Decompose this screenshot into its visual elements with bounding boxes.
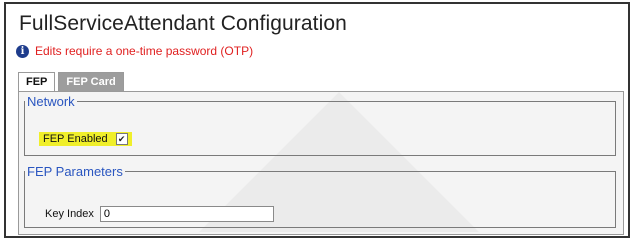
configuration-window: FullServiceAttendant Configuration i Edi… — [4, 2, 630, 238]
otp-notice-text: Edits require a one-time password (OTP) — [35, 44, 254, 58]
otp-notice: i Edits require a one-time password (OTP… — [16, 44, 253, 58]
page-title: FullServiceAttendant Configuration — [19, 12, 347, 35]
tab-fep[interactable]: FEP — [18, 72, 56, 92]
fep-enabled-label: FEP Enabled — [43, 133, 108, 145]
tab-panel-fep: Network FEP Enabled ✔ FEP Parameters Key… — [18, 91, 624, 235]
tab-bar: FEP FEP Card — [18, 72, 124, 92]
fep-parameters-fieldset: FEP Parameters Key Index — [24, 164, 616, 228]
info-icon: i — [16, 44, 29, 58]
network-legend: Network — [27, 94, 75, 109]
network-fieldset: Network FEP Enabled ✔ — [24, 94, 616, 156]
key-index-label: Key Index — [45, 208, 94, 220]
fep-enabled-checkbox[interactable]: ✔ — [115, 133, 128, 145]
tab-fep-card[interactable]: FEP Card — [58, 72, 124, 92]
fep-parameters-legend: FEP Parameters — [27, 164, 123, 179]
key-index-row: Key Index — [45, 206, 274, 222]
fep-enabled-row: FEP Enabled ✔ — [39, 132, 132, 146]
key-index-input[interactable] — [99, 206, 274, 222]
